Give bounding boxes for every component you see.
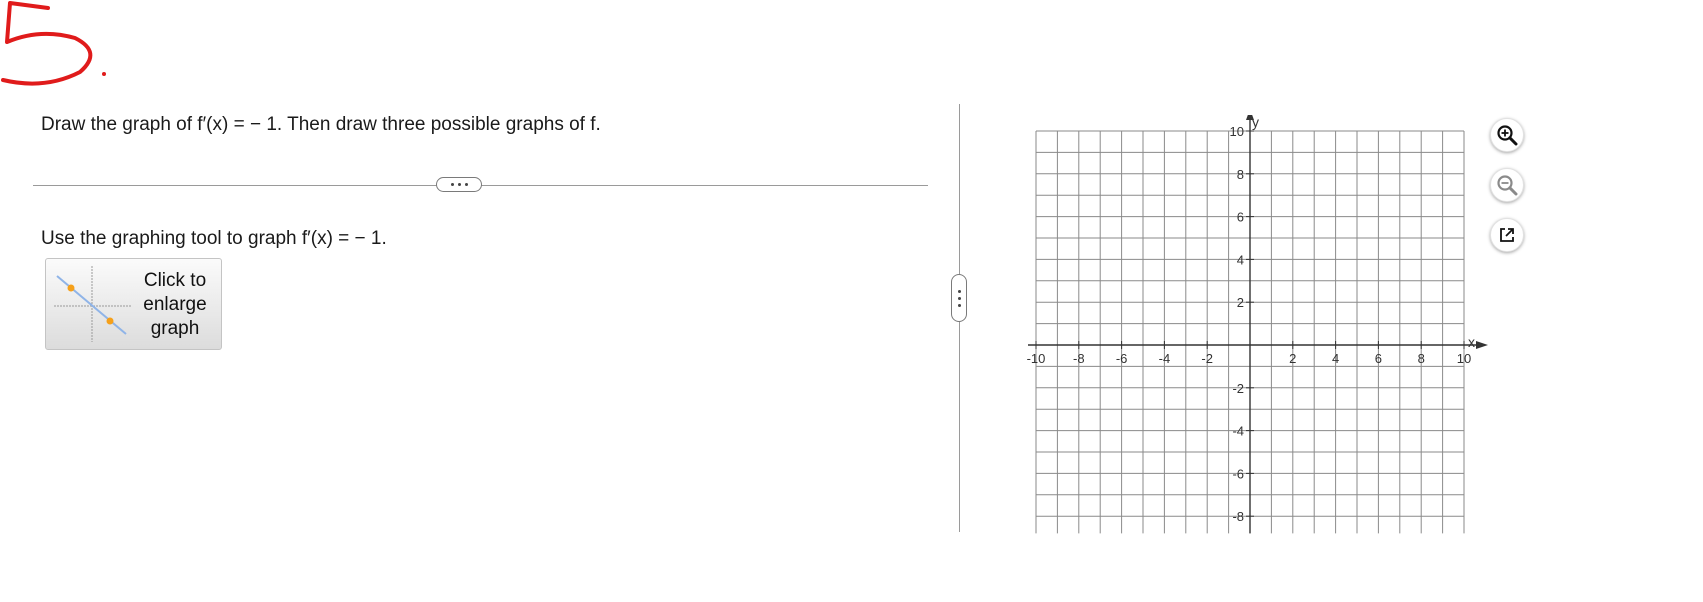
x-tick-label: -8 — [1073, 351, 1085, 366]
y-tick-label: 4 — [1237, 252, 1244, 267]
x-tick-label: 2 — [1289, 351, 1296, 366]
question-prompt: Draw the graph of f′(x) = − 1. Then draw… — [41, 114, 601, 135]
dot — [957, 303, 961, 307]
x-tick-label: 6 — [1375, 351, 1382, 366]
dot — [957, 296, 961, 300]
x-tick-label: 8 — [1418, 351, 1425, 366]
coordinate-graph[interactable]: -10 -8 -6 -4 -2 2 4 6 8 10 10 8 6 4 2 -2 -4 -6 -8 x y — [1010, 115, 1490, 535]
zoom-out-button[interactable] — [1490, 168, 1524, 202]
graph-thumbnail-icon — [54, 266, 132, 342]
y-tick-label: -8 — [1232, 509, 1244, 524]
zoom-in-icon — [1497, 125, 1518, 146]
dot — [464, 183, 468, 186]
x-tick-label: -10 — [1027, 351, 1046, 366]
dot — [957, 289, 961, 293]
dot — [457, 183, 461, 186]
y-tick-label: 6 — [1237, 210, 1244, 225]
y-tick-label: -6 — [1232, 466, 1244, 481]
y-tick-label: 10 — [1230, 124, 1244, 139]
x-tick-label: 10 — [1457, 351, 1471, 366]
expand-question-button[interactable] — [436, 177, 482, 192]
axes — [1028, 115, 1488, 534]
open-in-new-window-button[interactable] — [1490, 218, 1524, 252]
graph-instruction: Use the graphing tool to graph f′(x) = −… — [41, 228, 387, 249]
x-tick-label: -6 — [1116, 351, 1128, 366]
x-tick-label: -2 — [1201, 351, 1213, 366]
dot — [450, 183, 454, 186]
external-link-icon — [1500, 228, 1514, 242]
enlarge-graph-button[interactable]: Click to enlarge graph — [45, 258, 222, 350]
panel-resize-handle[interactable] — [951, 274, 967, 322]
zoom-in-button[interactable] — [1490, 118, 1524, 152]
enlarge-graph-label: Click to enlarge graph — [143, 270, 207, 339]
x-tick-label: -4 — [1159, 351, 1171, 366]
zoom-out-icon — [1497, 175, 1518, 196]
x-axis-label: x — [1468, 334, 1475, 350]
handwritten-annotation — [1, 1, 106, 86]
y-tick-label: 2 — [1237, 295, 1244, 310]
y-tick-label: 8 — [1237, 167, 1244, 182]
y-tick-label: -4 — [1232, 424, 1244, 439]
y-axis-label: y — [1252, 115, 1259, 130]
x-axis-arrow — [1476, 341, 1488, 349]
x-tick-label: 4 — [1332, 351, 1339, 366]
y-tick-label: -2 — [1232, 381, 1244, 396]
